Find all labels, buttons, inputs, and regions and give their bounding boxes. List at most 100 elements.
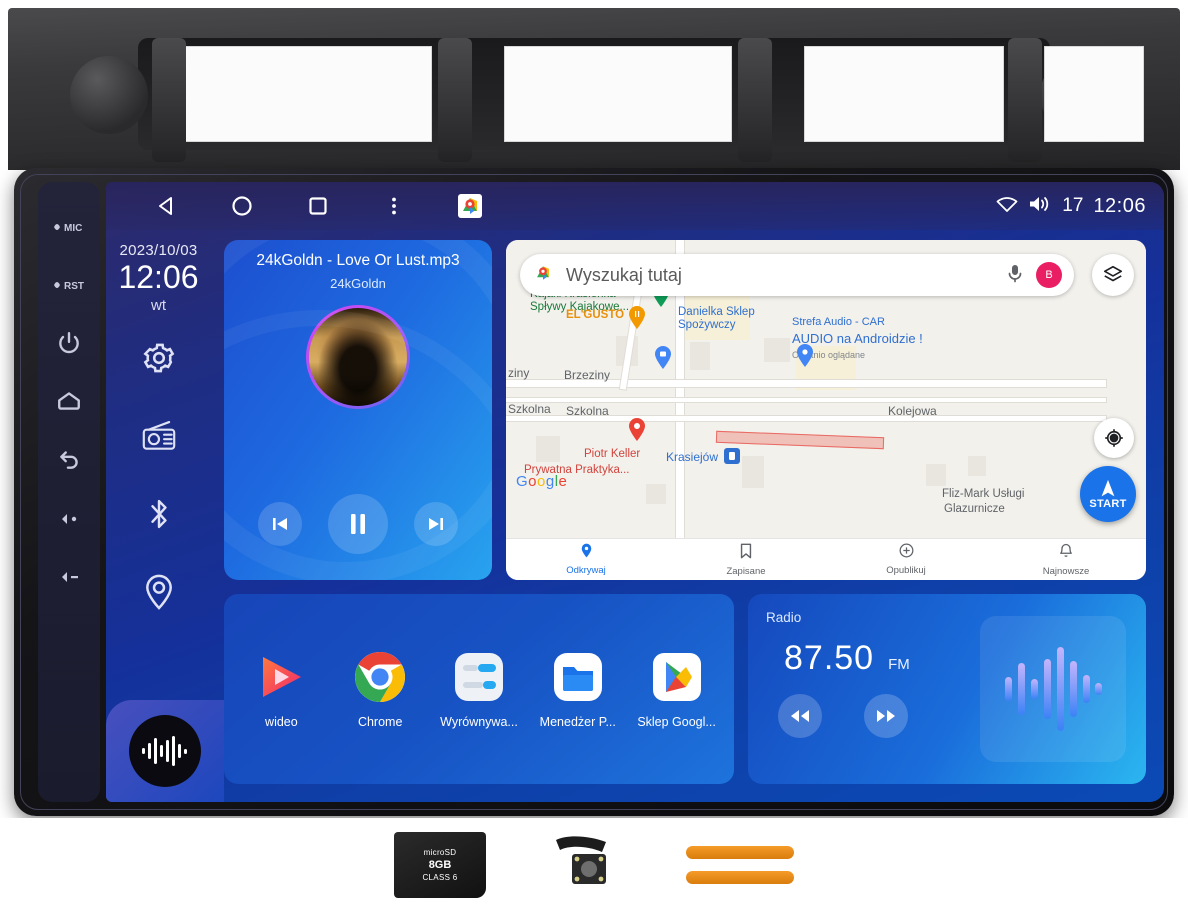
map-nav-label: Zapisane bbox=[726, 565, 766, 577]
microphone-icon[interactable] bbox=[1006, 263, 1024, 288]
status-indicators: 17 12:06 bbox=[996, 194, 1164, 219]
map-pin-restaurant[interactable] bbox=[628, 306, 646, 330]
next-track-button[interactable] bbox=[414, 502, 458, 546]
radio-widget[interactable]: Radio 87.50 FM bbox=[748, 594, 1146, 784]
map-nav-explore[interactable]: Odkrywaj bbox=[506, 543, 666, 576]
map-pin-audio-store[interactable] bbox=[796, 344, 814, 368]
accessories-row: microSD 8GB CLASS 6 bbox=[0, 818, 1188, 911]
radio-seek-down-button[interactable] bbox=[778, 694, 822, 738]
mic-button[interactable]: MIC bbox=[47, 200, 91, 254]
fascia-cutout-3 bbox=[804, 46, 1004, 142]
app-shortcuts-widget: wideo Chrome Wyrównywa... Menedżer P... … bbox=[224, 594, 734, 784]
recents-icon[interactable] bbox=[280, 182, 356, 230]
video-player-icon bbox=[253, 649, 309, 705]
map-nav-contribute[interactable]: Opublikuj bbox=[826, 543, 986, 576]
app-label: wideo bbox=[265, 715, 298, 729]
touchscreen[interactable]: 17 12:06 2023/10/03 12:06 wt 24kGoldn - … bbox=[106, 182, 1164, 802]
svg-text:MIC: MIC bbox=[64, 223, 82, 234]
music-visualizer-widget[interactable] bbox=[106, 700, 224, 802]
rail-time: 12:06 bbox=[118, 259, 199, 295]
start-navigation-button[interactable]: START bbox=[1080, 466, 1136, 522]
head-unit-body: MIC RST 17 12:06 2023/10/03 12:06 wt 24k… bbox=[14, 168, 1174, 816]
settings-gear-icon[interactable] bbox=[133, 332, 185, 384]
map-road-label: Szkolna bbox=[508, 402, 551, 416]
app-shortcut-play-store[interactable]: Sklep Googl... bbox=[631, 649, 723, 729]
radio-frequency: 87.50 bbox=[784, 639, 875, 677]
location-pin-icon[interactable] bbox=[133, 566, 185, 618]
back-button[interactable] bbox=[47, 432, 91, 486]
bluetooth-icon[interactable] bbox=[133, 488, 185, 540]
power-button[interactable] bbox=[47, 316, 91, 370]
radio-icon[interactable] bbox=[133, 410, 185, 462]
waveform-icon bbox=[1005, 647, 1102, 731]
app-shortcut-video[interactable]: wideo bbox=[235, 649, 327, 729]
wifi-icon bbox=[996, 195, 1018, 218]
microsd-type: microSD bbox=[423, 847, 457, 857]
previous-track-button[interactable] bbox=[258, 502, 302, 546]
app-label: Menedżer P... bbox=[539, 715, 616, 729]
map-pin-shop[interactable] bbox=[654, 346, 672, 370]
map-nav-saved[interactable]: Zapisane bbox=[666, 543, 826, 577]
microsd-class: CLASS 6 bbox=[422, 872, 458, 882]
volume-up-button[interactable] bbox=[47, 490, 91, 544]
app-label: Sklep Googl... bbox=[637, 715, 716, 729]
map-poi-label: Fliz-Mark Usługi bbox=[942, 488, 1025, 500]
layers-icon[interactable] bbox=[1092, 254, 1134, 296]
map-building bbox=[742, 456, 764, 488]
radio-seek-up-button[interactable] bbox=[864, 694, 908, 738]
hardware-button-strip: MIC RST bbox=[38, 182, 100, 802]
map-nav-updates[interactable]: Najnowsze bbox=[986, 543, 1146, 577]
app-label: Wyrównywa... bbox=[440, 715, 518, 729]
music-player-widget[interactable]: 24kGoldn - Love Or Lust.mp3 24kGoldn bbox=[224, 240, 492, 580]
map-poi-label: EL'GUSTO bbox=[566, 309, 625, 321]
rail-icon-list bbox=[133, 332, 185, 618]
user-avatar[interactable]: B bbox=[1036, 262, 1062, 288]
dashboard-fascia bbox=[8, 8, 1180, 170]
map-poi-label: Krasiejów bbox=[666, 450, 719, 464]
left-rail: 2023/10/03 12:06 wt bbox=[106, 230, 224, 802]
track-title: 24kGoldn - Love Or Lust.mp3 bbox=[256, 252, 460, 269]
android-nav-bar bbox=[106, 182, 508, 230]
fascia-lobe-left bbox=[70, 56, 148, 134]
maps-pin-icon bbox=[532, 262, 554, 289]
fascia-cutout-1 bbox=[184, 46, 432, 142]
map-poi-label: Glazurnicze bbox=[944, 503, 1005, 515]
volume-down-button[interactable] bbox=[47, 548, 91, 602]
map-pin-medical[interactable] bbox=[628, 418, 646, 442]
map-search-placeholder[interactable]: Wyszukaj tutaj bbox=[566, 265, 1006, 286]
rail-date: 2023/10/03 bbox=[119, 242, 198, 259]
microsd-capacity: 8GB bbox=[428, 858, 452, 871]
locate-me-icon[interactable] bbox=[1094, 418, 1134, 458]
overflow-menu-icon[interactable] bbox=[356, 182, 432, 230]
maps-shortcut-icon[interactable] bbox=[432, 182, 508, 230]
map-road-rail bbox=[506, 398, 1106, 402]
play-pause-button[interactable] bbox=[328, 494, 388, 554]
app-shortcut-file-manager[interactable]: Menedżer P... bbox=[532, 649, 624, 729]
map-search-bar[interactable]: Wyszukaj tutaj B bbox=[520, 254, 1074, 296]
fascia-cutout-2 bbox=[504, 46, 732, 142]
map-route-highlight bbox=[715, 430, 885, 450]
map-nav-label: Odkrywaj bbox=[566, 565, 606, 576]
playback-controls bbox=[224, 494, 492, 554]
map-widget[interactable]: Kajaki Krasieńka - Spływy Kajakowe... Da… bbox=[506, 240, 1146, 580]
waveform-icon bbox=[142, 736, 187, 766]
map-pin-station[interactable] bbox=[724, 448, 740, 464]
contribute-icon bbox=[899, 543, 914, 563]
map-road-label: Brzeziny bbox=[564, 368, 611, 382]
radio-band: FM bbox=[888, 656, 910, 673]
home-icon[interactable] bbox=[204, 182, 280, 230]
fascia-cutout-right bbox=[1044, 46, 1144, 142]
album-art-ring bbox=[306, 305, 410, 409]
map-building bbox=[764, 338, 790, 362]
fascia-divider-1 bbox=[152, 38, 186, 162]
back-icon[interactable] bbox=[128, 182, 204, 230]
microsd-card: microSD 8GB CLASS 6 bbox=[394, 831, 486, 898]
map-building bbox=[690, 342, 710, 370]
fascia-divider-4 bbox=[1008, 38, 1042, 162]
reset-button[interactable]: RST bbox=[47, 258, 91, 312]
app-shortcut-chrome[interactable]: Chrome bbox=[334, 649, 426, 729]
pry-tools bbox=[686, 845, 794, 884]
file-manager-icon bbox=[550, 649, 606, 705]
app-shortcut-equalizer[interactable]: Wyrównywa... bbox=[433, 649, 525, 729]
home-button[interactable] bbox=[47, 374, 91, 428]
